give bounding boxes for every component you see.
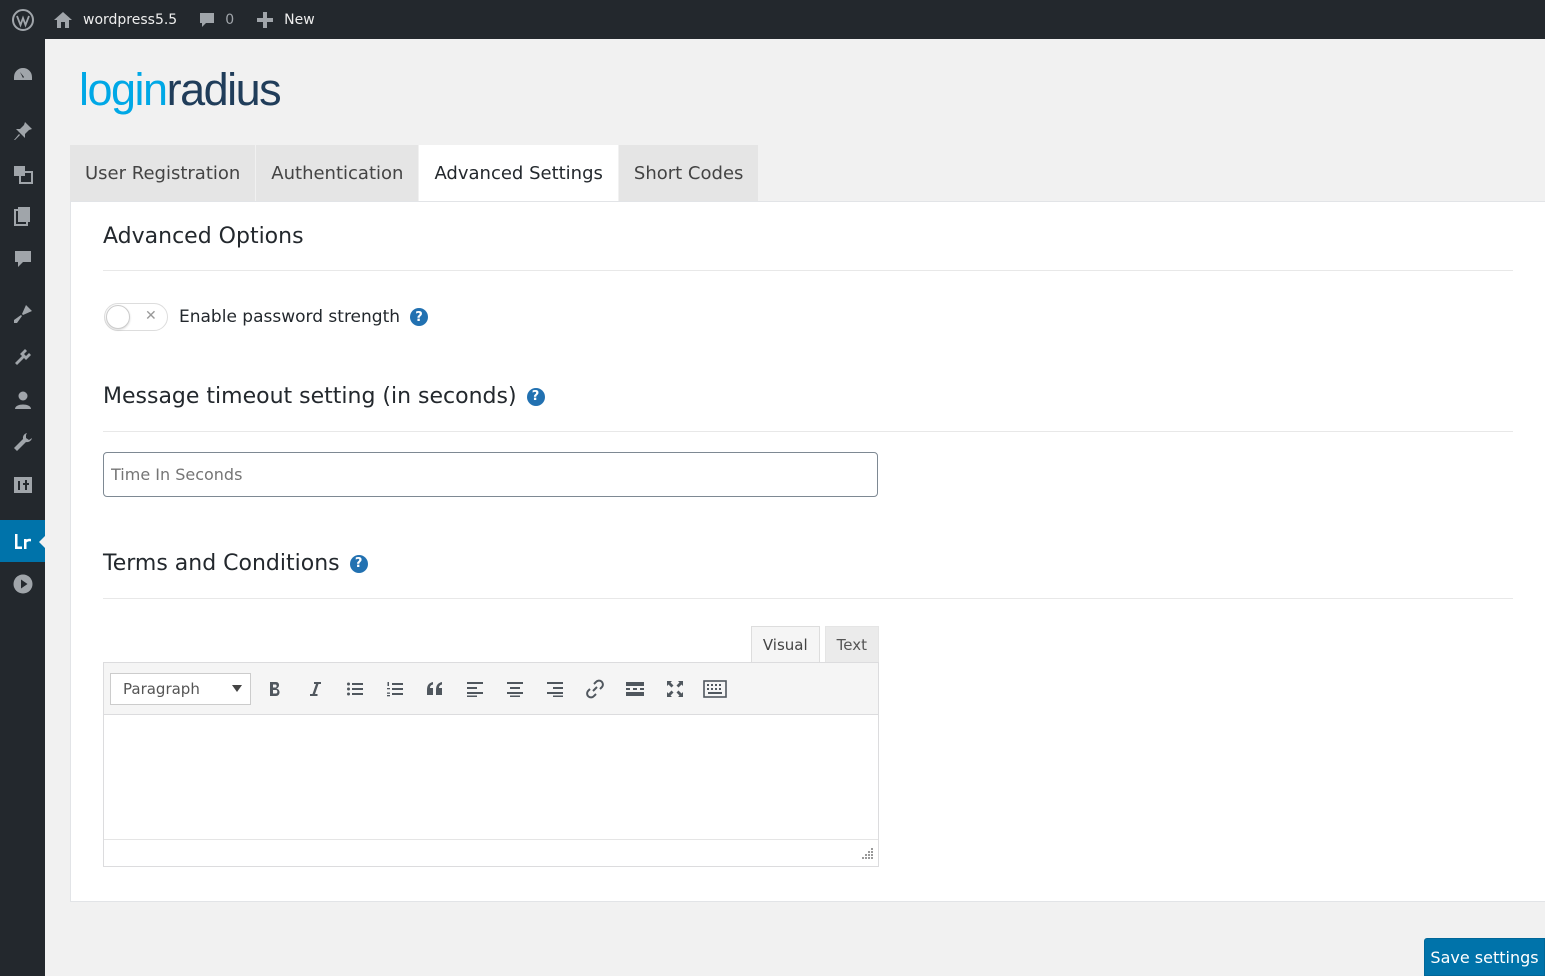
toggle-knob [106, 305, 130, 329]
settings-panel: Advanced Options ✕ Enable password stren… [70, 201, 1545, 902]
home-icon [53, 10, 73, 30]
password-strength-label: Enable password strength [179, 307, 401, 327]
terms-title: Terms and Conditions ? [103, 551, 368, 576]
editor-statusbar [104, 839, 878, 866]
users-icon[interactable] [0, 379, 45, 421]
align-center-icon [507, 681, 523, 697]
editor-box: Paragraph [103, 662, 879, 867]
editor-tab-visual[interactable]: Visual [750, 626, 820, 662]
advanced-options-title: Advanced Options [103, 224, 304, 249]
tab-advanced-settings[interactable]: Advanced Settings [419, 145, 618, 202]
password-strength-toggle[interactable]: ✕ [104, 303, 168, 331]
align-left-icon [467, 681, 483, 697]
keyboard-icon [703, 679, 727, 698]
settings-tabs: User Registration Authentication Advance… [70, 145, 759, 202]
play-icon[interactable] [0, 563, 45, 605]
bold-button[interactable] [255, 673, 295, 705]
admin-bar: wordpress5.5 0 New [0, 0, 1545, 39]
numbered-list-icon [387, 681, 403, 696]
bullet-list-button[interactable] [335, 673, 375, 705]
save-settings-button[interactable]: Save settings [1424, 938, 1545, 976]
bullet-list-icon [347, 682, 363, 695]
comments-icon[interactable] [0, 238, 45, 280]
site-name: wordpress5.5 [83, 11, 178, 28]
settings-icon[interactable] [0, 464, 45, 506]
appearance-icon[interactable] [0, 293, 45, 335]
tab-authentication[interactable]: Authentication [256, 145, 419, 202]
read-more-button[interactable] [615, 673, 655, 705]
loginradius-icon[interactable] [0, 520, 46, 562]
timeout-heading: Message timeout setting (in seconds) [103, 384, 517, 409]
dashboard-icon[interactable] [0, 54, 45, 96]
numbered-list-button[interactable] [375, 673, 415, 705]
bold-icon [270, 681, 280, 696]
wordpress-icon[interactable] [0, 0, 45, 39]
toolbar-toggle-button[interactable] [695, 673, 735, 705]
format-select-value: Paragraph [123, 679, 200, 698]
align-left-button[interactable] [455, 673, 495, 705]
help-icon[interactable]: ? [526, 387, 545, 406]
terms-heading: Terms and Conditions [103, 551, 340, 576]
pin-icon[interactable] [0, 110, 45, 152]
comments-link[interactable]: 0 [189, 0, 242, 39]
editor-tab-text[interactable]: Text [824, 626, 879, 662]
divider [103, 598, 1513, 599]
toggle-off-icon: ✕ [145, 308, 157, 324]
pages-icon[interactable] [0, 195, 45, 237]
quote-icon [427, 681, 442, 695]
align-right-icon [547, 681, 563, 697]
fullscreen-button[interactable] [655, 673, 695, 705]
logo-text-login: login [79, 64, 168, 115]
align-center-button[interactable] [495, 673, 535, 705]
tab-user-registration[interactable]: User Registration [70, 145, 256, 202]
new-label: New [284, 11, 315, 28]
divider [103, 431, 1513, 432]
insert-link-button[interactable] [575, 673, 615, 705]
plus-icon [256, 11, 274, 29]
advanced-options-heading: Advanced Options [103, 224, 304, 249]
current-menu-arrow [39, 535, 46, 549]
tools-icon[interactable] [0, 421, 45, 463]
comment-icon [197, 10, 217, 30]
tab-short-codes[interactable]: Short Codes [618, 145, 759, 202]
link-icon [586, 679, 604, 698]
timeout-title: Message timeout setting (in seconds) ? [103, 384, 545, 409]
site-name-link[interactable]: wordpress5.5 [45, 0, 185, 39]
chevron-down-icon [232, 685, 242, 692]
resize-handle-icon[interactable] [862, 844, 874, 863]
editor-mode-tabs: Visual Text [746, 626, 879, 662]
logo-text-radius: radius [166, 64, 282, 115]
new-content-link[interactable]: New [248, 0, 323, 39]
format-select[interactable]: Paragraph [110, 672, 251, 705]
read-more-icon [626, 681, 644, 696]
editor-toolbar: Paragraph [104, 663, 878, 715]
plugins-icon[interactable] [0, 336, 45, 378]
align-right-button[interactable] [535, 673, 575, 705]
editor-content-area[interactable] [104, 715, 878, 839]
italic-icon [310, 681, 321, 696]
italic-button[interactable] [295, 673, 335, 705]
divider [103, 270, 1513, 271]
fullscreen-icon [667, 680, 683, 697]
comments-count: 0 [225, 11, 235, 28]
password-strength-row: ✕ Enable password strength ? [104, 303, 429, 331]
admin-sidebar [0, 39, 46, 976]
blockquote-button[interactable] [415, 673, 455, 705]
media-icon[interactable] [0, 153, 45, 195]
loginradius-logo: loginradius [79, 64, 282, 116]
timeout-input[interactable] [103, 452, 878, 497]
help-icon[interactable]: ? [410, 308, 429, 326]
help-icon[interactable]: ? [349, 554, 368, 573]
